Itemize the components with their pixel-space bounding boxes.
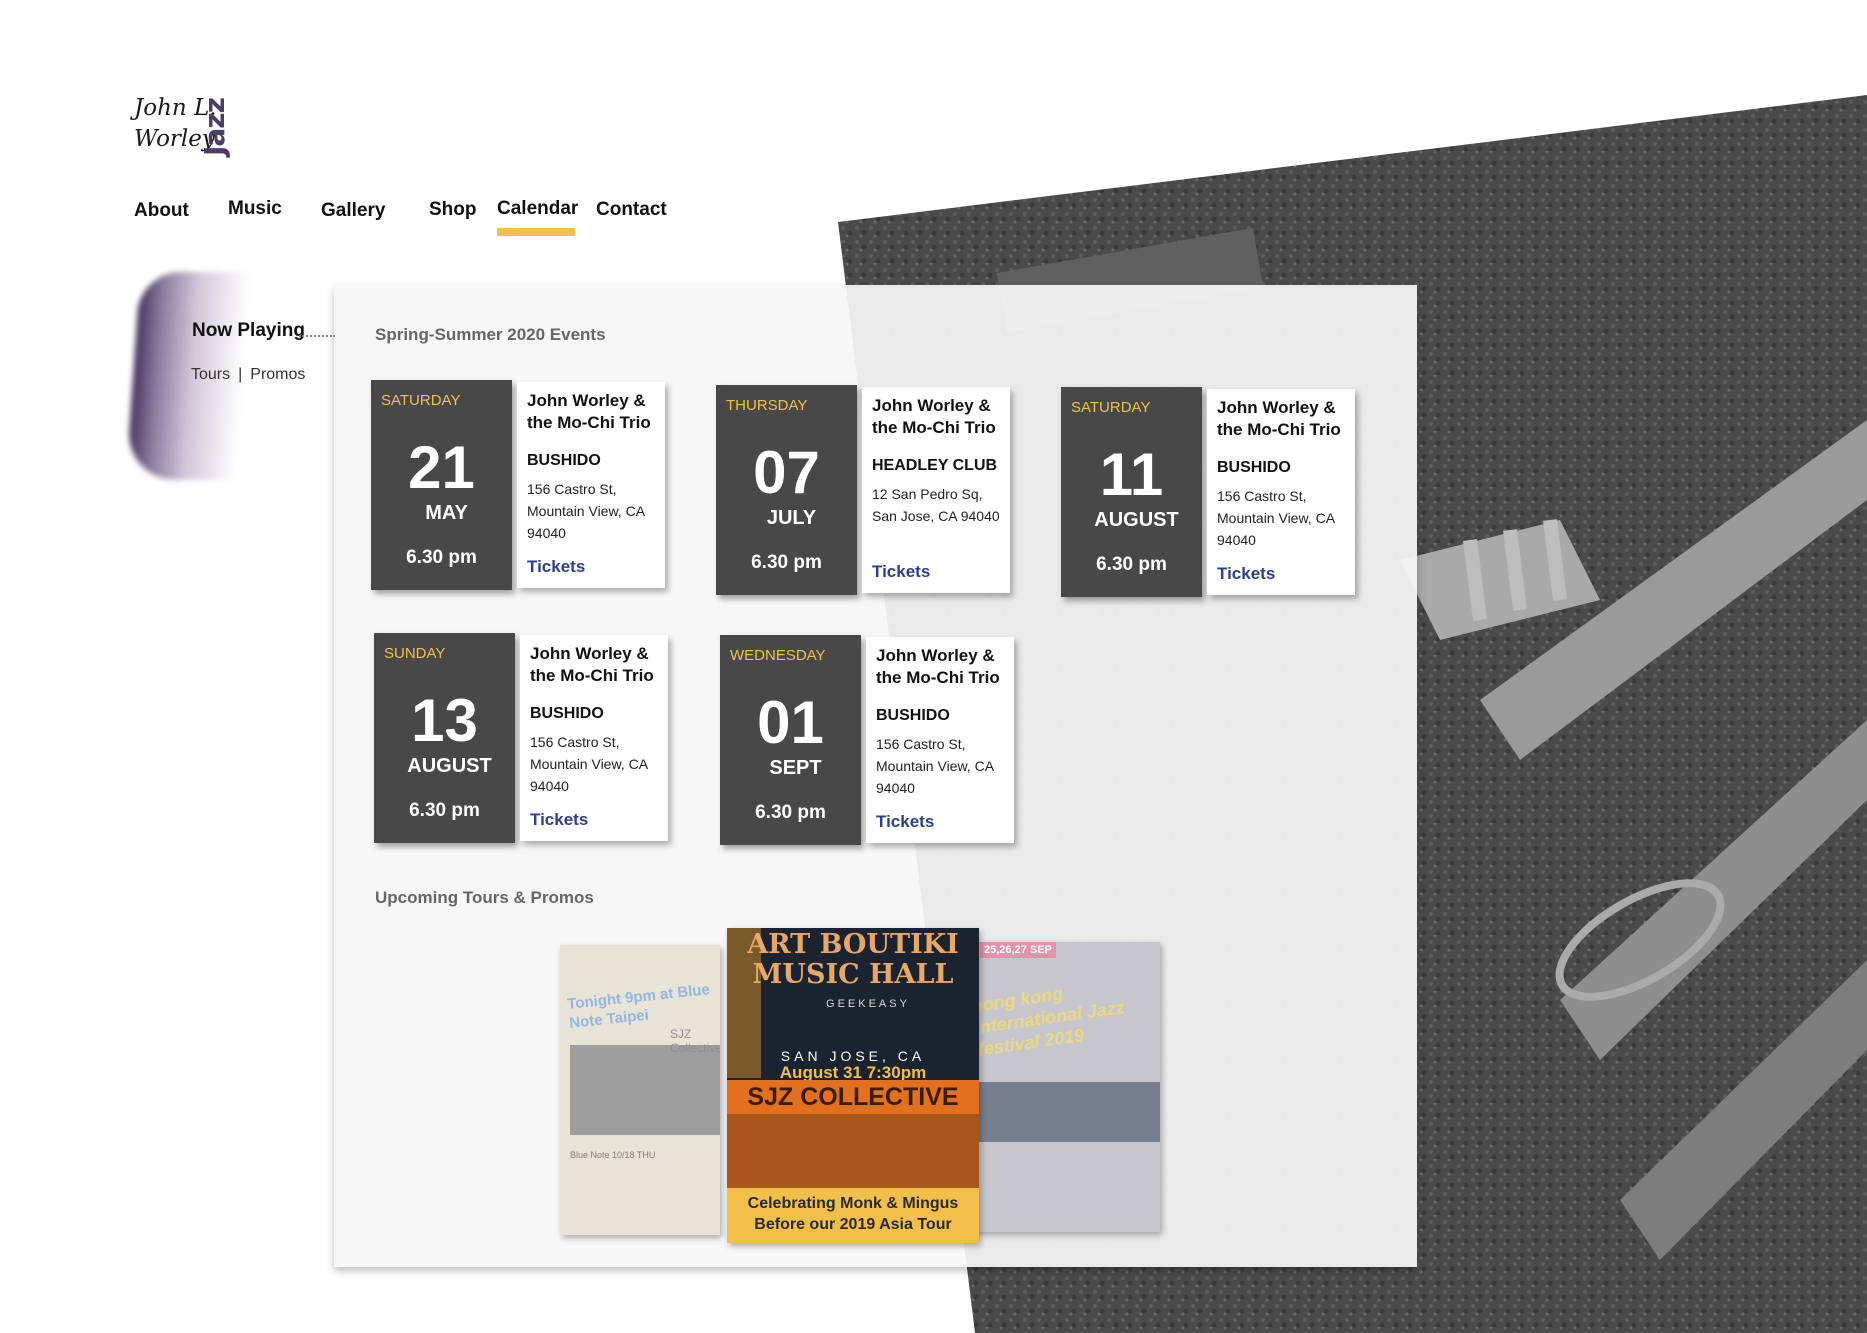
now-playing-label[interactable]: Now Playing <box>192 320 305 342</box>
side-link-separator: | <box>238 366 243 383</box>
event-tickets-link[interactable]: Tickets <box>527 557 585 577</box>
poster-blue-note[interactable]: Tonight 9pm at Blue Note Taipei SJZ Coll… <box>560 945 720 1235</box>
poster-center-city: SAN JOSE, CA <box>780 1048 926 1064</box>
event-day-number: 11 <box>1099 441 1164 508</box>
poster-center-footer: Celebrating Monk & Mingus Before our 201… <box>747 1195 959 1233</box>
event-tickets-link[interactable]: Tickets <box>872 562 930 582</box>
event-time: 6.30 pm <box>755 802 826 823</box>
event-time: 6.30 pm <box>751 552 822 573</box>
event-info: John Worley & the Mo-Chi Trio HEADLEY CL… <box>862 387 1010 593</box>
event-info: John Worley & the Mo-Chi Trio BUSHIDO 15… <box>866 637 1014 843</box>
event-weekday: WEDNESDAY <box>730 647 826 664</box>
event-time: 6.30 pm <box>1096 554 1167 575</box>
nav-music[interactable]: Music <box>228 198 282 220</box>
event-tickets-link[interactable]: Tickets <box>876 812 934 832</box>
poster-art-boutiki[interactable]: ART BOUTIKI MUSIC HALL GEEKEASY SAN JOSE… <box>727 928 979 1243</box>
event-date-box: SATURDAY 21 MAY 6.30 pm <box>371 380 512 590</box>
event-month: JULY <box>766 507 817 529</box>
event-time: 6.30 pm <box>406 547 477 568</box>
site-logo[interactable]: John L. Worley Jazz <box>132 86 252 164</box>
event-band: John Worley & the Mo-Chi Trio <box>872 396 996 437</box>
event-venue: BUSHIDO <box>1217 459 1291 476</box>
nav-active-underline <box>497 228 575 236</box>
poster-center-band: SJZ COLLECTIVE <box>747 1083 959 1111</box>
event-band: John Worley & the Mo-Chi Trio <box>1217 398 1341 439</box>
event-date-box: THURSDAY 07 JULY 6.30 pm <box>716 385 857 595</box>
event-day-number: 01 <box>757 689 824 756</box>
event-weekday: SATURDAY <box>381 392 461 409</box>
event-address: 156 Castro St, Mountain View, CA 94040 <box>1217 488 1335 548</box>
event-date-box: WEDNESDAY 01 SEPT 6.30 pm <box>720 635 861 845</box>
event-card: SATURDAY 11 AUGUST 6.30 pm John Worley &… <box>1061 387 1355 599</box>
event-band: John Worley & the Mo-Chi Trio <box>530 644 654 685</box>
events-section-title: Spring-Summer 2020 Events <box>375 325 606 344</box>
event-month: AUGUST <box>1094 509 1179 531</box>
poster-center-title: ART BOUTIKI MUSIC HALL <box>747 929 959 990</box>
poster-center-venue: GEEKEASY <box>826 998 910 1010</box>
poster-left-overlay <box>560 945 720 1235</box>
event-month: AUGUST <box>407 755 492 777</box>
nav-shop[interactable]: Shop <box>429 199 477 221</box>
event-tickets-link[interactable]: Tickets <box>1217 564 1275 584</box>
event-day-number: 21 <box>408 434 475 501</box>
event-address: 156 Castro St, Mountain View, CA 94040 <box>530 734 648 794</box>
logo-jazz-word: Jazz <box>198 98 231 156</box>
nav-about[interactable]: About <box>134 200 189 222</box>
side-link-tours[interactable]: Tours <box>191 366 230 384</box>
nav-calendar[interactable]: Calendar <box>497 198 578 220</box>
event-card: THURSDAY 07 JULY 6.30 pm John Worley & t… <box>716 385 1010 597</box>
event-day-number: 07 <box>753 439 820 506</box>
event-venue: HEADLEY CLUB <box>872 457 998 474</box>
nav-contact[interactable]: Contact <box>596 199 667 221</box>
event-info: John Worley & the Mo-Chi Trio BUSHIDO 15… <box>1207 389 1355 595</box>
event-address: 12 San Pedro Sq, San Jose, CA 94040 <box>872 486 1000 524</box>
event-band: John Worley & the Mo-Chi Trio <box>527 391 651 432</box>
event-card: SATURDAY 21 MAY 6.30 pm John Worley & th… <box>371 380 665 592</box>
event-month: MAY <box>425 502 468 524</box>
event-address: 156 Castro St, Mountain View, CA 94040 <box>527 481 645 541</box>
event-day-number: 13 <box>411 687 478 754</box>
event-address: 156 Castro St, Mountain View, CA 94040 <box>876 736 994 796</box>
event-weekday: SUNDAY <box>384 645 446 662</box>
dotted-connector <box>299 335 335 337</box>
poster-right-overlay <box>968 942 1160 1232</box>
event-tickets-link[interactable]: Tickets <box>530 810 588 830</box>
event-date-box: SUNDAY 13 AUGUST 6.30 pm <box>374 633 515 843</box>
poster-hk-jazz-festival[interactable]: 25,26,27 SEP hong kong international Jaz… <box>968 942 1160 1232</box>
nav-gallery[interactable]: Gallery <box>321 200 385 222</box>
event-venue: BUSHIDO <box>876 707 950 724</box>
side-link-promos[interactable]: Promos <box>250 366 305 384</box>
event-info: John Worley & the Mo-Chi Trio BUSHIDO 15… <box>517 382 665 588</box>
promos-section-title: Upcoming Tours & Promos <box>375 888 594 907</box>
event-card: SUNDAY 13 AUGUST 6.30 pm John Worley & t… <box>374 633 668 845</box>
event-weekday: SATURDAY <box>1071 399 1151 416</box>
event-band: John Worley & the Mo-Chi Trio <box>876 646 1000 687</box>
event-time: 6.30 pm <box>409 800 480 821</box>
event-venue: BUSHIDO <box>530 705 604 722</box>
event-card: WEDNESDAY 01 SEPT 6.30 pm John Worley & … <box>720 635 1014 847</box>
event-venue: BUSHIDO <box>527 452 601 469</box>
side-links: Tours | Promos <box>191 366 305 384</box>
event-month: SEPT <box>769 757 822 779</box>
event-date-box: SATURDAY 11 AUGUST 6.30 pm <box>1061 387 1202 597</box>
event-info: John Worley & the Mo-Chi Trio BUSHIDO 15… <box>520 635 668 841</box>
event-weekday: THURSDAY <box>726 397 808 414</box>
